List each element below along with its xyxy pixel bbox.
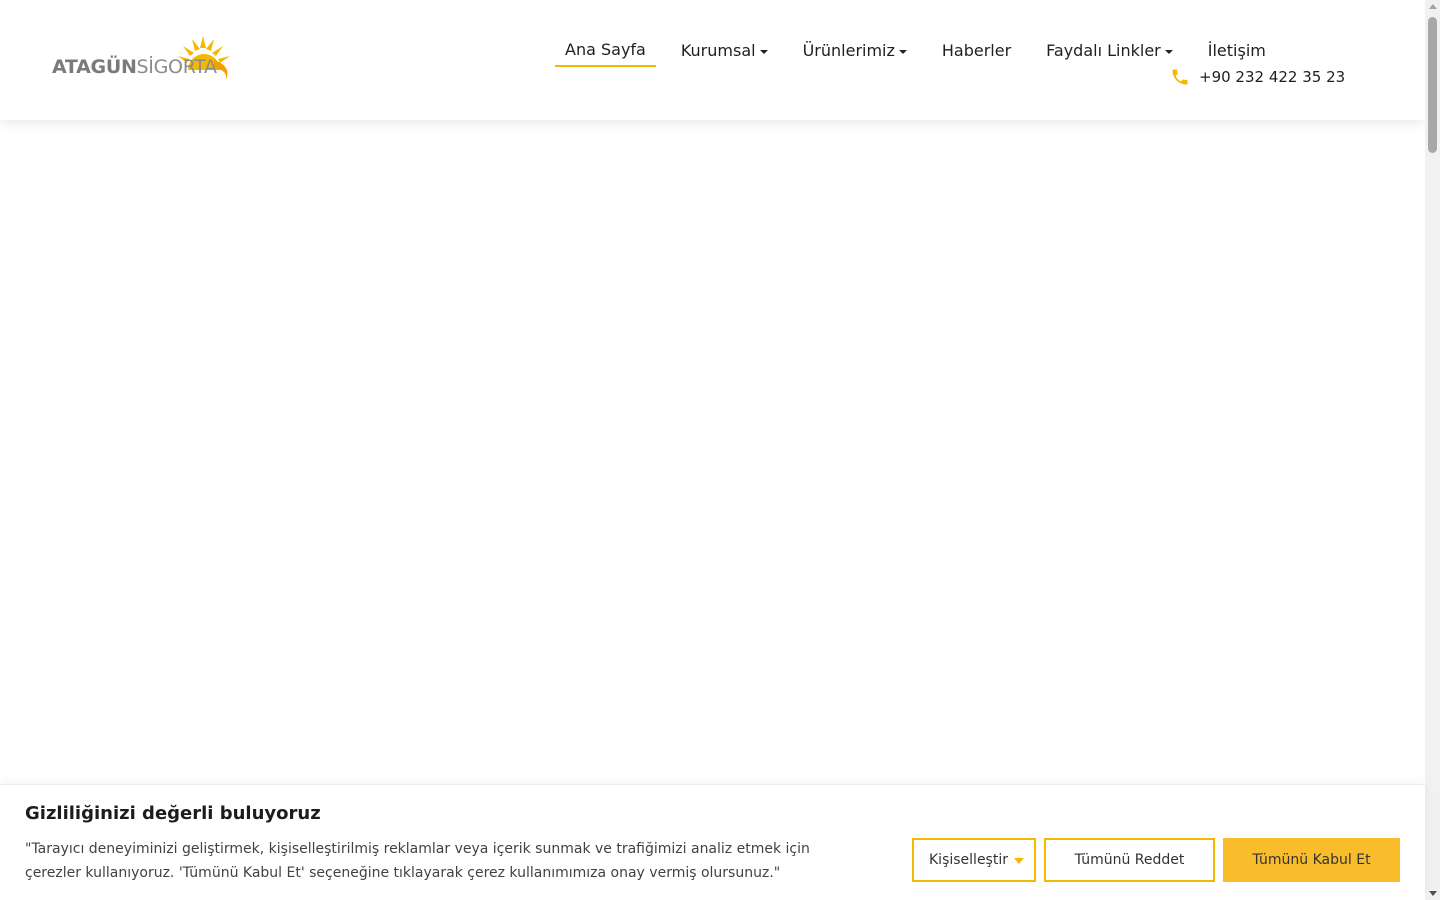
nav-kurumsal[interactable]: Kurumsal	[671, 39, 778, 66]
logo-brand: ATAGÜN	[52, 56, 137, 78]
nav-kurumsal-label: Kurumsal	[680, 41, 756, 60]
phone-number: +90 232 422 35 23	[1199, 68, 1346, 86]
page: ATAGÜNSİGORTA Ana Sayfa Kurumsal Ürünler…	[0, 0, 1440, 900]
scroll-down-arrow-icon[interactable]	[1429, 891, 1437, 896]
phone-link[interactable]: +90 232 422 35 23	[1170, 67, 1345, 87]
logo[interactable]: ATAGÜNSİGORTA	[52, 34, 237, 84]
scroll-up-arrow-icon[interactable]	[1429, 4, 1437, 9]
nav-faydali-linkler[interactable]: Faydalı Linkler	[1036, 39, 1183, 66]
vertical-scrollbar[interactable]	[1425, 0, 1440, 900]
nav-urunlerimiz-label: Ürünlerimiz	[802, 41, 895, 60]
nav-iletisim-label: İletişim	[1207, 41, 1266, 60]
accept-all-button[interactable]: Tümünü Kabul Et	[1223, 838, 1400, 882]
nav-haberler-label: Haberler	[941, 41, 1012, 60]
cookie-banner: Gizliliğinizi değerli buluyoruz "Tarayıc…	[0, 784, 1425, 900]
cookie-text: "Tarayıcı deneyiminizi geliştirmek, kişi…	[25, 841, 810, 881]
chevron-down-icon	[1013, 858, 1024, 864]
caret-down-icon	[759, 49, 768, 54]
logo-suffix: SİGORTA	[136, 56, 218, 78]
main-nav: Ana Sayfa Kurumsal Ürünlerimiz Haberler …	[555, 38, 1291, 67]
nav-urunlerimiz[interactable]: Ürünlerimiz	[793, 39, 917, 66]
phone-icon	[1172, 69, 1188, 85]
nav-iletisim[interactable]: İletişim	[1198, 39, 1276, 66]
site-header: ATAGÜNSİGORTA Ana Sayfa Kurumsal Ürünler…	[0, 0, 1425, 120]
logo-text: ATAGÜNSİGORTA	[52, 56, 217, 78]
reject-all-button[interactable]: Tümünü Reddet	[1044, 838, 1215, 882]
caret-down-icon	[898, 49, 907, 54]
cookie-title: Gizliliğinizi değerli buluyoruz	[25, 803, 321, 824]
nav-haberler[interactable]: Haberler	[932, 39, 1021, 66]
scrollbar-thumb[interactable]	[1428, 17, 1437, 153]
nav-home-label: Ana Sayfa	[565, 40, 646, 59]
caret-down-icon	[1164, 49, 1173, 54]
customize-button[interactable]: Kişiselleştir	[912, 838, 1036, 882]
customize-label: Kişiselleştir	[929, 852, 1008, 868]
nav-faydali-linkler-label: Faydalı Linkler	[1046, 41, 1161, 60]
nav-home[interactable]: Ana Sayfa	[555, 38, 656, 67]
